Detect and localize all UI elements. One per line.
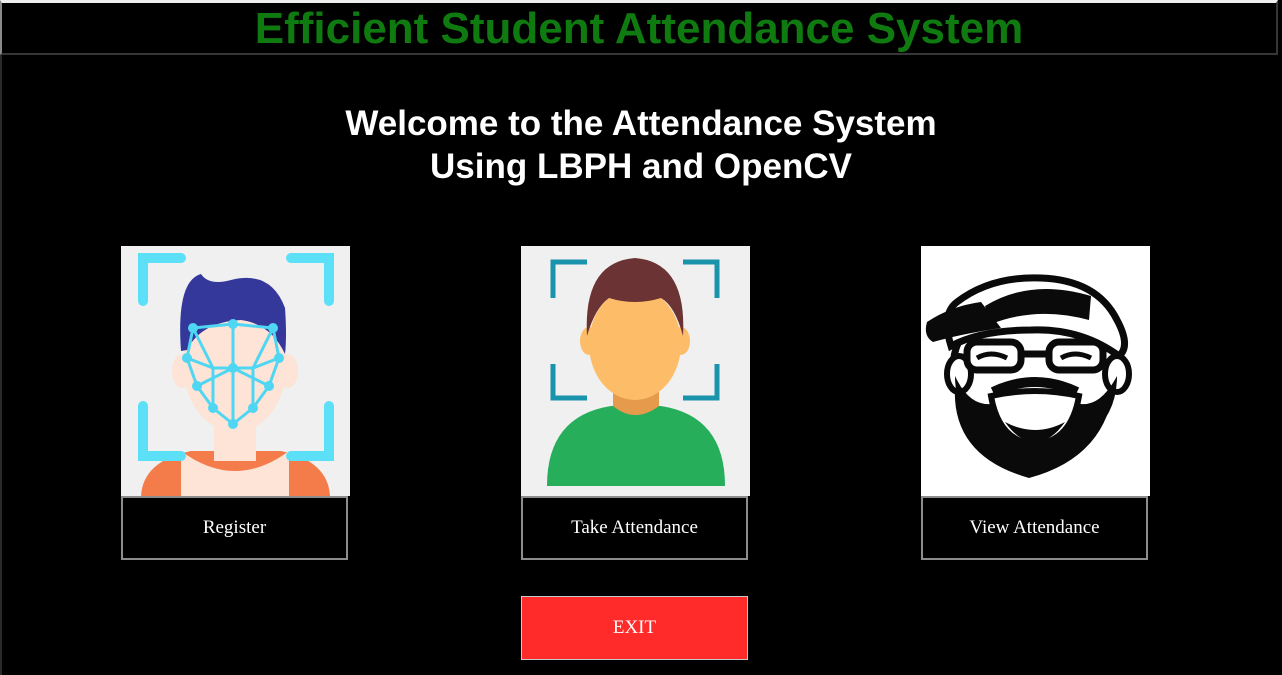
view-attendance-button[interactable]: View Attendance — [921, 496, 1148, 560]
title-bar: Efficient Student Attendance System — [0, 0, 1278, 55]
app-title: Efficient Student Attendance System — [254, 4, 1024, 53]
take-attendance-button[interactable]: Take Attendance — [521, 496, 748, 560]
welcome-line-2: Using LBPH and OpenCV — [430, 147, 852, 186]
welcome-line-1: Welcome to the Attendance System — [345, 104, 937, 143]
welcome-heading: Welcome to the Attendance System Using L… — [0, 102, 1282, 188]
exit-button[interactable]: EXIT — [521, 596, 748, 660]
register-button[interactable]: Register — [121, 496, 348, 560]
face-frame-icon — [521, 246, 750, 496]
bearded-man-icon — [921, 246, 1150, 496]
face-scan-icon — [121, 246, 350, 496]
